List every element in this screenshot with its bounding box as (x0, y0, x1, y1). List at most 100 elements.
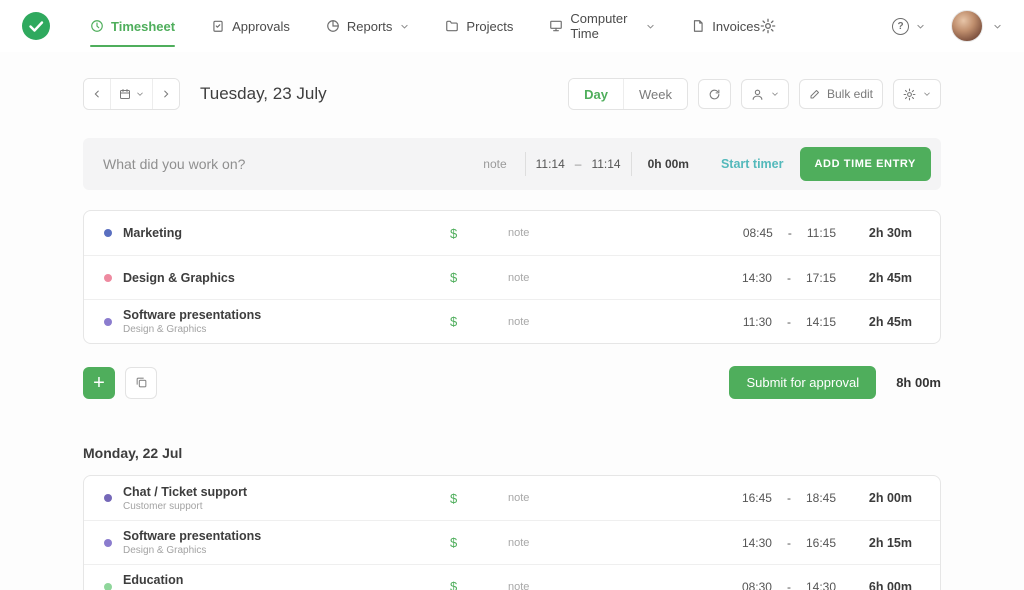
end-time[interactable]: 17:15 (806, 271, 836, 285)
note-field[interactable]: note (508, 581, 708, 590)
start-time[interactable]: 14:30 (742, 536, 772, 550)
end-time-input[interactable]: 11:14 (591, 157, 620, 171)
time-range-dash: - (786, 579, 791, 590)
separator (524, 152, 526, 176)
add-time-entry-button[interactable]: ADD TIME ENTRY (799, 147, 931, 181)
start-time[interactable]: 08:45 (743, 226, 773, 240)
nav-label: Computer Time (570, 11, 628, 41)
end-time[interactable]: 14:15 (806, 315, 836, 329)
billable-icon[interactable]: $ (450, 270, 508, 285)
end-time[interactable]: 11:15 (807, 226, 836, 240)
nav-timesheet[interactable]: Timesheet (90, 0, 176, 52)
note-field[interactable]: note (508, 537, 708, 549)
time-entry-row[interactable]: Marketing $ note 08:45 - 11:15 2h 30m (84, 211, 940, 255)
entry-title: Chat / Ticket support Customer support (123, 485, 450, 512)
clipboard-check-icon (211, 19, 225, 33)
nav-invoices[interactable]: Invoices (691, 0, 760, 52)
note-field[interactable]: note (483, 157, 506, 171)
entry-title: Education Customer success (123, 573, 450, 590)
nav-approvals[interactable]: Approvals (211, 0, 290, 52)
time-entry-row[interactable]: Software presentations Design & Graphics… (84, 520, 940, 564)
note-field[interactable]: note (508, 272, 708, 284)
chevron-down-icon (771, 90, 779, 98)
project-color-dot (104, 494, 112, 502)
timesheet-settings-button[interactable] (893, 79, 941, 109)
entry-duration[interactable]: 2h 00m (836, 491, 912, 505)
start-time[interactable]: 14:30 (742, 271, 772, 285)
work-description-input[interactable] (103, 156, 466, 172)
entry-duration[interactable]: 2h 15m (836, 536, 912, 550)
billable-icon[interactable]: $ (450, 491, 508, 506)
time-entry-row[interactable]: Design & Graphics $ note 14:30 - 17:15 2… (84, 255, 940, 299)
next-day-button[interactable] (152, 79, 179, 109)
duration-input[interactable]: 0h 00m (648, 157, 689, 171)
task-name[interactable]: Education (123, 573, 450, 587)
task-name[interactable]: Chat / Ticket support (123, 485, 450, 499)
nav-label: Invoices (712, 18, 760, 34)
nav-projects[interactable]: Projects (445, 0, 513, 52)
people-filter-button[interactable] (740, 79, 789, 109)
add-row-button[interactable]: + (83, 366, 115, 399)
new-entry-bar: note 11:14 – 11:14 0h 00m Start timer AD… (83, 138, 941, 190)
user-menu[interactable] (951, 10, 1002, 42)
time-range: 14:30 - 16:45 (708, 536, 836, 550)
entry-title: Marketing (123, 226, 450, 240)
billable-icon[interactable]: $ (450, 579, 508, 590)
time-range: 08:30 - 14:30 (708, 580, 836, 590)
end-time[interactable]: 18:45 (806, 491, 836, 505)
task-name[interactable]: Marketing (123, 226, 450, 240)
entry-duration[interactable]: 2h 30m (836, 226, 912, 240)
time-range-dash: - (786, 535, 791, 550)
start-time[interactable]: 16:45 (742, 491, 772, 505)
billable-icon[interactable]: $ (450, 314, 508, 329)
billable-icon[interactable]: $ (450, 226, 508, 241)
submit-for-approval-button[interactable]: Submit for approval (729, 366, 877, 399)
task-name[interactable]: Software presentations (123, 308, 450, 322)
entry-duration[interactable]: 2h 45m (836, 315, 912, 329)
time-entry-row[interactable]: Chat / Ticket support Customer support $… (84, 476, 940, 520)
note-field[interactable]: note (508, 227, 708, 239)
time-entry-row[interactable]: Software presentations Design & Graphics… (84, 299, 940, 343)
time-range-dash: - (786, 314, 791, 329)
note-field[interactable]: note (508, 316, 708, 328)
project-color-dot (104, 273, 112, 282)
start-time[interactable]: 11:30 (743, 315, 772, 329)
end-time[interactable]: 14:30 (806, 580, 836, 590)
start-timer-link[interactable]: Start timer (721, 157, 784, 171)
user-avatar (951, 10, 983, 42)
end-time[interactable]: 16:45 (806, 536, 836, 550)
day-view-button[interactable]: Day (569, 79, 623, 109)
bulk-edit-button[interactable]: Bulk edit (798, 79, 883, 109)
today-actions: + Submit for approval 8h 00m (83, 366, 941, 399)
task-name[interactable]: Software presentations (123, 529, 450, 543)
time-range: 16:45 - 18:45 (708, 491, 836, 505)
chevron-down-icon (916, 22, 925, 31)
duplicate-button[interactable] (125, 366, 157, 399)
time-range: 14:30 - 17:15 (708, 271, 836, 285)
calendar-button[interactable] (110, 79, 152, 109)
settings-gear-icon[interactable] (760, 18, 776, 34)
nav-reports[interactable]: Reports (326, 0, 410, 52)
entry-duration[interactable]: 2h 45m (836, 271, 912, 285)
refresh-button[interactable] (697, 79, 731, 109)
entry-title: Software presentations Design & Graphics (123, 308, 450, 335)
entry-title: Design & Graphics (123, 271, 450, 285)
chevron-down-icon (646, 22, 655, 31)
nav-computer-time[interactable]: Computer Time (549, 0, 655, 52)
date-navigation (83, 78, 180, 110)
week-view-button[interactable]: Week (622, 79, 687, 109)
note-field[interactable]: note (508, 492, 708, 504)
entry-duration[interactable]: 6h 00m (836, 580, 912, 590)
prev-day-button[interactable] (84, 79, 110, 109)
day-total-duration: 8h 00m (896, 375, 941, 390)
start-time[interactable]: 08:30 (742, 580, 772, 590)
start-time-input[interactable]: 11:14 (536, 157, 565, 171)
task-name[interactable]: Design & Graphics (123, 271, 450, 285)
project-color-dot (104, 317, 112, 326)
time-entry-row[interactable]: Education Customer success $ note 08:30 … (84, 564, 940, 590)
help-menu[interactable]: ? (892, 17, 925, 35)
time-range-dash: - (786, 270, 791, 285)
app-logo[interactable] (22, 12, 50, 40)
project-color-dot (104, 582, 112, 590)
billable-icon[interactable]: $ (450, 535, 508, 550)
